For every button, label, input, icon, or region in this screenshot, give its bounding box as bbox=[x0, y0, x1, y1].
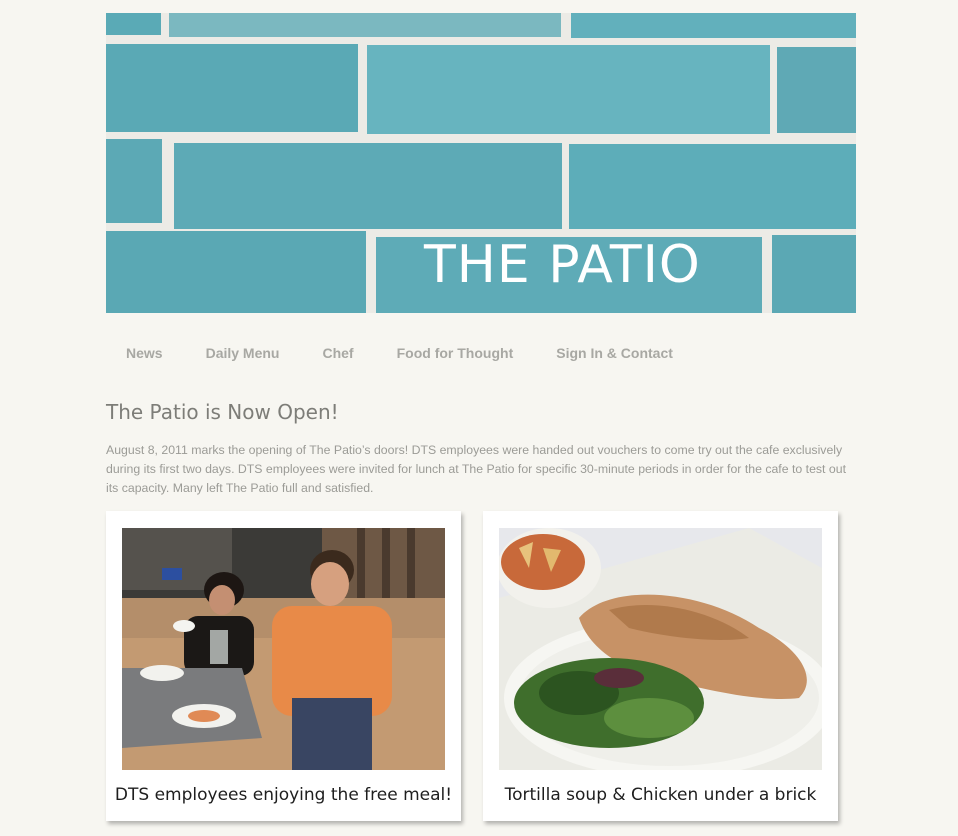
nav-sign-in-contact[interactable]: Sign In & Contact bbox=[536, 345, 693, 361]
photo-card-employees: DTS employees enjoying the free meal! bbox=[106, 511, 461, 821]
nav-food-for-thought[interactable]: Food for Thought bbox=[377, 345, 534, 361]
nav-news[interactable]: News bbox=[106, 345, 183, 361]
main-nav: News Daily Menu Chef Food for Thought Si… bbox=[106, 340, 856, 366]
photo-employees-meal[interactable] bbox=[122, 528, 445, 770]
nav-daily-menu[interactable]: Daily Menu bbox=[186, 345, 300, 361]
photo-soup-chicken[interactable] bbox=[499, 528, 822, 770]
post-body: August 8, 2011 marks the opening of The … bbox=[106, 443, 846, 495]
photo-caption-employees: DTS employees enjoying the free meal! bbox=[114, 785, 453, 805]
header-banner: THE PATIO bbox=[106, 13, 856, 313]
nav-chef[interactable]: Chef bbox=[302, 345, 373, 361]
food-photo-image bbox=[499, 528, 822, 770]
photo-caption-food: Tortilla soup & Chicken under a brick bbox=[504, 785, 817, 805]
employees-photo-image bbox=[122, 528, 445, 770]
banner-title: THE PATIO bbox=[424, 235, 701, 295]
post-title: The Patio is Now Open! bbox=[106, 400, 339, 424]
photo-card-food: Tortilla soup & Chicken under a brick bbox=[483, 511, 838, 821]
